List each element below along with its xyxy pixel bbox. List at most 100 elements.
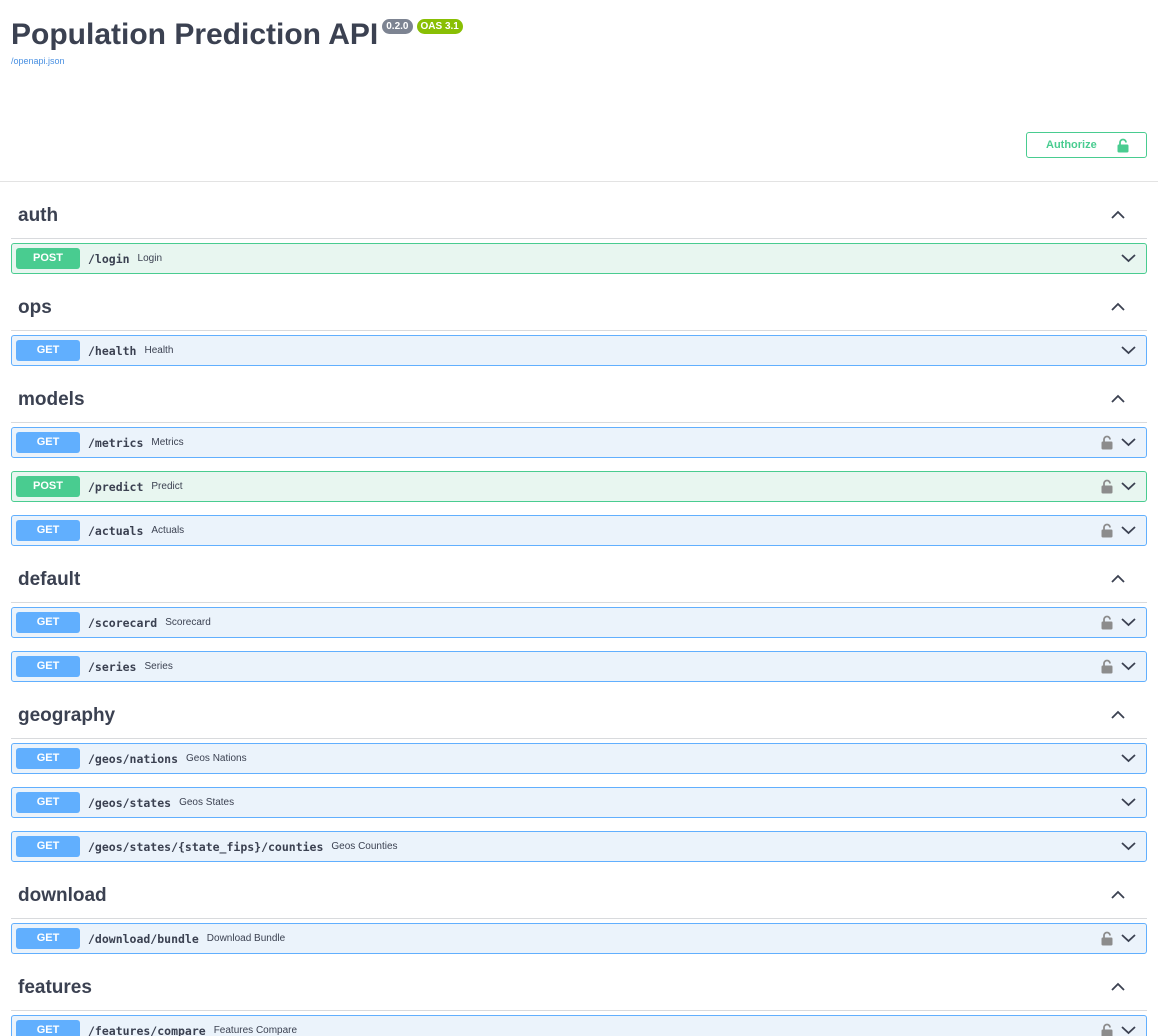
tag-section-features: features GET/features/compare Features Com… <box>11 967 1147 1036</box>
operation-path: /features/compare <box>88 1023 206 1036</box>
chevron-down-icon[interactable] <box>1121 437 1136 447</box>
operation-row[interactable]: GET/geos/nations Geos Nations <box>11 743 1147 774</box>
operation-row[interactable]: GET/features/compare Features Compare <box>11 1015 1147 1036</box>
tag-section-auth: auth POST/login Login <box>11 195 1147 274</box>
chevron-up-icon[interactable] <box>1111 710 1125 719</box>
operation-summary: Actuals <box>151 525 185 536</box>
tag-header-download[interactable]: download <box>11 875 1147 919</box>
chevron-down-icon[interactable] <box>1121 753 1136 763</box>
method-badge: GET <box>16 612 80 633</box>
chevron-up-icon[interactable] <box>1111 890 1125 899</box>
operation-summary: Series <box>144 661 173 672</box>
chevron-up-icon[interactable] <box>1111 394 1125 403</box>
operation-summary: Features Compare <box>213 1025 298 1036</box>
method-badge: GET <box>16 836 80 857</box>
operation-path: /scorecard <box>88 615 158 630</box>
operation-row[interactable]: GET/series Series <box>11 651 1147 682</box>
tag-name: download <box>18 885 107 906</box>
method-badge: POST <box>16 248 80 269</box>
method-badge: GET <box>16 792 80 813</box>
operation-row[interactable]: GET/metrics Metrics <box>11 427 1147 458</box>
chevron-up-icon[interactable] <box>1111 982 1125 991</box>
api-title: Population Prediction API <box>11 18 379 51</box>
tag-name: geography <box>18 705 116 726</box>
method-badge: GET <box>16 1020 80 1036</box>
chevron-down-icon[interactable] <box>1121 345 1136 355</box>
tag-header-default[interactable]: default <box>11 559 1147 603</box>
chevron-up-icon[interactable] <box>1111 302 1125 311</box>
operation-path: /actuals <box>88 523 144 538</box>
tag-name: default <box>18 569 81 590</box>
authorize-button[interactable]: Authorize <box>1026 132 1147 158</box>
method-badge: GET <box>16 928 80 949</box>
swagger-page: Population Prediction API 0.2.0 OAS 3.1 … <box>0 0 1158 1036</box>
unlocked-lock-icon[interactable] <box>1101 931 1113 946</box>
method-badge: GET <box>16 748 80 769</box>
tag-header-ops[interactable]: ops <box>11 287 1147 331</box>
operation-row[interactable]: GET/scorecard Scorecard <box>11 607 1147 638</box>
tag-section-geography: geography GET/geos/nations Geos Nations GET… <box>11 695 1147 862</box>
operation-row[interactable]: GET/download/bundle Download Bundle <box>11 923 1147 954</box>
operation-summary: Geos Counties <box>331 841 398 852</box>
operation-path: /predict <box>88 479 144 494</box>
chevron-down-icon[interactable] <box>1121 797 1136 807</box>
operation-row[interactable]: GET/actuals Actuals <box>11 515 1147 546</box>
tag-section-default: default GET/scorecard Scorecard GET/series S… <box>11 559 1147 682</box>
chevron-down-icon[interactable] <box>1121 617 1136 627</box>
chevron-up-icon[interactable] <box>1111 210 1125 219</box>
authorize-label: Authorize <box>1046 139 1097 151</box>
tag-header-geography[interactable]: geography <box>11 695 1147 739</box>
operation-summary: Geos States <box>179 797 235 808</box>
tag-section-download: download GET/download/bundle Download Bund… <box>11 875 1147 954</box>
operation-path: /geos/states <box>88 795 172 810</box>
chevron-down-icon[interactable] <box>1121 1025 1136 1035</box>
method-badge: GET <box>16 432 80 453</box>
oas-version-badge: OAS 3.1 <box>416 19 463 34</box>
version-badge: 0.2.0 <box>382 19 413 34</box>
method-badge: GET <box>16 656 80 677</box>
unlocked-lock-icon[interactable] <box>1101 615 1113 630</box>
tag-section-ops: ops GET/health Health <box>11 287 1147 366</box>
operation-summary: Metrics <box>151 437 184 448</box>
unlocked-lock-icon[interactable] <box>1101 479 1113 494</box>
unlocked-lock-icon[interactable] <box>1101 523 1113 538</box>
operation-row[interactable]: GET/geos/states Geos States <box>11 787 1147 818</box>
tag-section-models: models GET/metrics Metrics POST/predict Pred… <box>11 379 1147 546</box>
chevron-down-icon[interactable] <box>1121 933 1136 943</box>
method-badge: GET <box>16 520 80 541</box>
operation-summary: Scorecard <box>165 617 211 628</box>
operation-path: /download/bundle <box>88 931 199 946</box>
operation-path: /login <box>88 251 130 266</box>
tag-name: ops <box>18 297 52 318</box>
openapi-spec-link[interactable]: /openapi.json <box>11 56 65 66</box>
operation-path: /geos/nations <box>88 751 179 766</box>
operation-row[interactable]: POST/login Login <box>11 243 1147 274</box>
tag-header-auth[interactable]: auth <box>11 195 1147 239</box>
operation-row[interactable]: GET/geos/states/{state_fips}/counties Geo… <box>11 831 1147 862</box>
operation-path: /metrics <box>88 435 144 450</box>
unlocked-lock-icon[interactable] <box>1101 435 1113 450</box>
chevron-down-icon[interactable] <box>1121 841 1136 851</box>
operation-path: /health <box>88 343 137 358</box>
operation-row[interactable]: POST/predict Predict <box>11 471 1147 502</box>
api-info-header: Population Prediction API 0.2.0 OAS 3.1 … <box>0 0 1158 182</box>
tag-name: auth <box>18 205 59 226</box>
operation-summary: Geos Nations <box>186 753 247 764</box>
title-row: Population Prediction API 0.2.0 OAS 3.1 <box>11 17 463 53</box>
tag-header-models[interactable]: models <box>11 379 1147 423</box>
operation-row[interactable]: GET/health Health <box>11 335 1147 366</box>
operation-path: /series <box>88 659 137 674</box>
tag-name: models <box>18 389 85 410</box>
operation-summary: Health <box>144 345 174 356</box>
chevron-down-icon[interactable] <box>1121 525 1136 535</box>
chevron-down-icon[interactable] <box>1121 481 1136 491</box>
unlocked-lock-icon[interactable] <box>1101 1023 1113 1036</box>
operation-summary: Download Bundle <box>206 933 286 944</box>
chevron-down-icon[interactable] <box>1121 253 1136 263</box>
tag-name: features <box>18 977 92 998</box>
chevron-up-icon[interactable] <box>1111 574 1125 583</box>
chevron-down-icon[interactable] <box>1121 661 1136 671</box>
tag-header-features[interactable]: features <box>11 967 1147 1011</box>
unlocked-lock-icon[interactable] <box>1101 659 1113 674</box>
operation-summary: Login <box>137 253 163 264</box>
